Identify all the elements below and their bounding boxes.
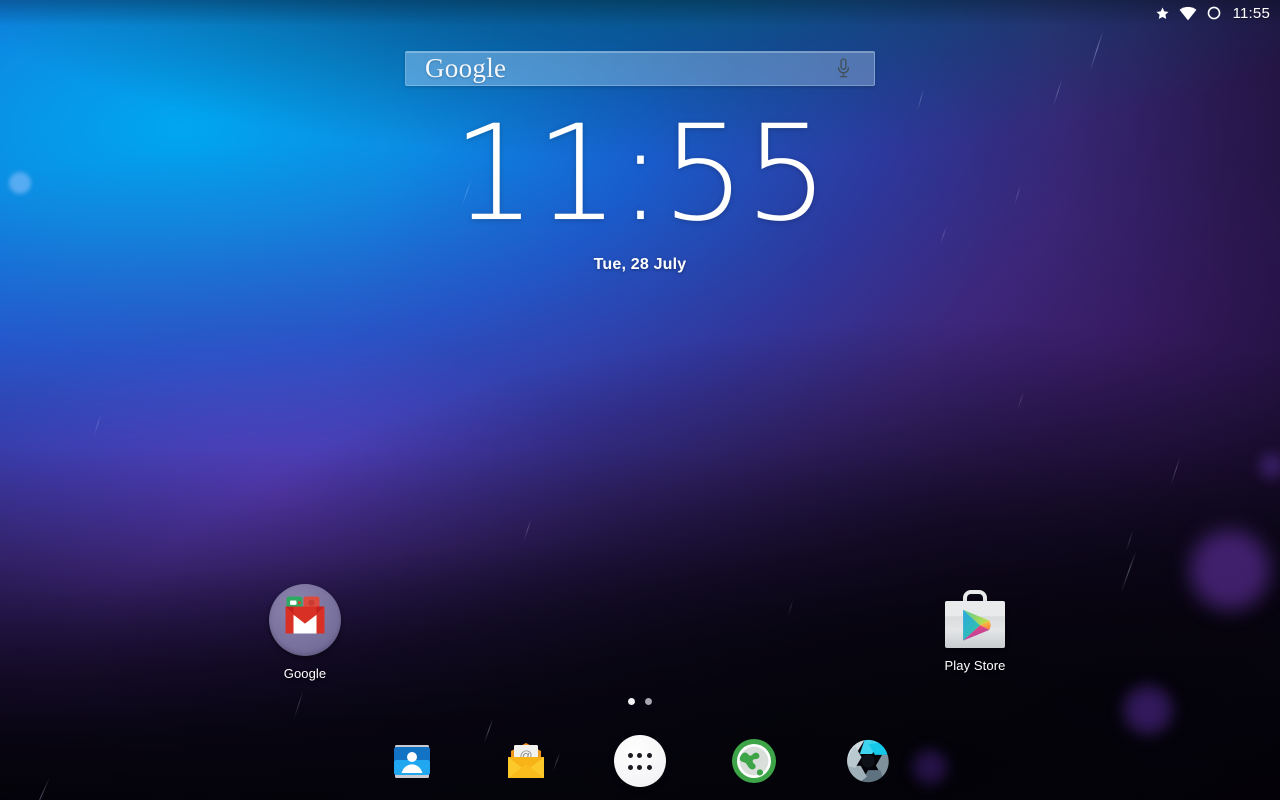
browser-globe-icon <box>732 739 776 783</box>
dock-item-app-drawer[interactable] <box>611 732 669 790</box>
play-store-icon <box>945 590 1005 648</box>
google-logo-text: Google <box>425 53 507 83</box>
status-bar-clock: 11:55 <box>1232 4 1270 22</box>
android-home-screen: 11:55 Google 11:55 Tue, 28 July Google P… <box>0 0 1280 800</box>
google-folder-icon <box>269 584 341 656</box>
bokeh-far-right <box>1259 453 1280 479</box>
home-icon-label: Play Store <box>944 658 1006 673</box>
email-icon: @ <box>508 743 544 778</box>
contacts-icon <box>394 745 430 778</box>
battery-charging-icon <box>1206 5 1222 21</box>
dock-item-email[interactable]: @ <box>497 732 555 790</box>
clock-widget[interactable]: 11:55 Tue, 28 July <box>0 108 1280 274</box>
dock-item-contacts[interactable] <box>383 732 441 790</box>
home-icon-label: Google <box>283 666 327 681</box>
clock-time: 11:55 <box>452 108 829 240</box>
dock-item-browser[interactable] <box>725 732 783 790</box>
clock-separator: : <box>618 97 663 251</box>
page-dot-2[interactable] <box>645 698 652 705</box>
bokeh-right-large <box>1190 530 1270 610</box>
page-indicator <box>0 698 1280 705</box>
app-drawer-icon[interactable] <box>614 735 666 787</box>
dock-item-gallery[interactable] <box>839 732 897 790</box>
status-bar[interactable]: 11:55 <box>0 0 1280 26</box>
star-icon <box>1155 6 1170 21</box>
page-dot-1[interactable] <box>628 698 635 705</box>
clock-minutes: 55 <box>661 97 829 251</box>
wifi-icon <box>1179 6 1197 21</box>
gallery-aperture-icon <box>847 739 889 783</box>
clock-date: Tue, 28 July <box>593 256 687 273</box>
dock-bar: @ <box>0 722 1280 800</box>
google-search-widget[interactable]: Google <box>405 51 875 86</box>
home-icon-play-store[interactable]: Play Store <box>915 590 1035 673</box>
voice-search-button[interactable] <box>835 57 852 81</box>
microphone-icon <box>837 57 850 77</box>
play-triangle-icon <box>963 609 991 641</box>
home-icon-google-folder[interactable]: Google <box>245 584 365 681</box>
clock-hours: 11 <box>452 97 619 251</box>
